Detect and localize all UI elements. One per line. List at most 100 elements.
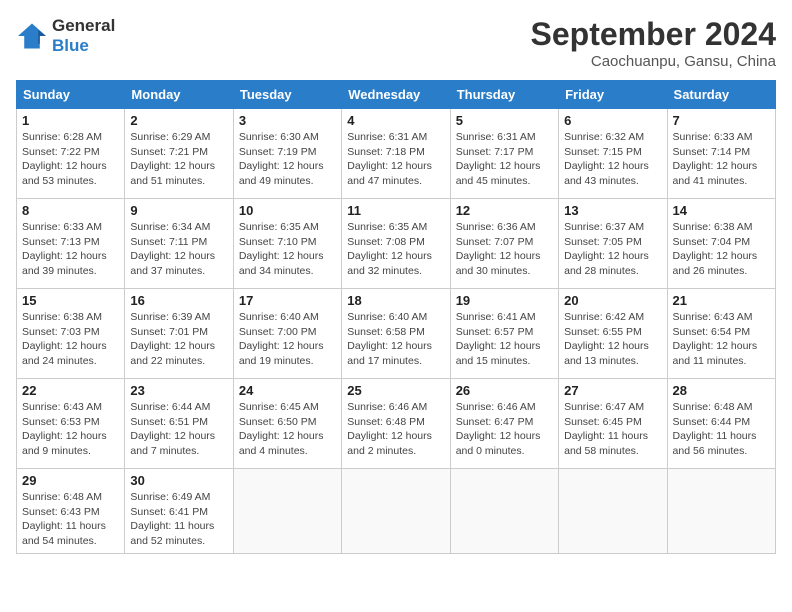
- sunset-label: Sunset: 6:54 PM: [673, 326, 751, 338]
- sunrise-label: Sunrise: 6:33 AM: [673, 131, 753, 143]
- sunrise-label: Sunrise: 6:39 AM: [130, 311, 210, 323]
- day-info: Sunrise: 6:35 AM Sunset: 7:08 PM Dayligh…: [347, 220, 444, 279]
- day-info: Sunrise: 6:33 AM Sunset: 7:13 PM Dayligh…: [22, 220, 119, 279]
- day-info: Sunrise: 6:34 AM Sunset: 7:11 PM Dayligh…: [130, 220, 227, 279]
- sunset-label: Sunset: 6:58 PM: [347, 326, 425, 338]
- day-cell-30: 30 Sunrise: 6:49 AM Sunset: 6:41 PM Dayl…: [125, 469, 233, 554]
- sunset-label: Sunset: 7:04 PM: [673, 236, 751, 248]
- day-cell-6: 6 Sunrise: 6:32 AM Sunset: 7:15 PM Dayli…: [559, 109, 667, 199]
- sunset-label: Sunset: 7:21 PM: [130, 146, 208, 158]
- sunset-label: Sunset: 6:47 PM: [456, 416, 534, 428]
- day-number: 19: [456, 293, 553, 308]
- daylight-label: Daylight: 12 hoursand 11 minutes.: [673, 340, 758, 367]
- day-cell-25: 25 Sunrise: 6:46 AM Sunset: 6:48 PM Dayl…: [342, 379, 450, 469]
- sunset-label: Sunset: 7:11 PM: [130, 236, 207, 248]
- day-cell-29: 29 Sunrise: 6:48 AM Sunset: 6:43 PM Dayl…: [17, 469, 125, 554]
- sunset-label: Sunset: 6:43 PM: [22, 506, 100, 518]
- sunrise-label: Sunrise: 6:34 AM: [130, 221, 210, 233]
- daylight-label: Daylight: 12 hoursand 2 minutes.: [347, 430, 432, 457]
- day-info: Sunrise: 6:33 AM Sunset: 7:14 PM Dayligh…: [673, 130, 770, 189]
- day-number: 26: [456, 383, 553, 398]
- sunset-label: Sunset: 7:05 PM: [564, 236, 642, 248]
- sunrise-label: Sunrise: 6:29 AM: [130, 131, 210, 143]
- logo-icon: [16, 22, 48, 50]
- daylight-label: Daylight: 12 hoursand 15 minutes.: [456, 340, 541, 367]
- daylight-label: Daylight: 12 hoursand 43 minutes.: [564, 160, 649, 187]
- day-cell-10: 10 Sunrise: 6:35 AM Sunset: 7:10 PM Dayl…: [233, 199, 341, 289]
- day-info: Sunrise: 6:38 AM Sunset: 7:03 PM Dayligh…: [22, 310, 119, 369]
- calendar-week-row: 22 Sunrise: 6:43 AM Sunset: 6:53 PM Dayl…: [17, 379, 776, 469]
- day-cell-18: 18 Sunrise: 6:40 AM Sunset: 6:58 PM Dayl…: [342, 289, 450, 379]
- daylight-label: Daylight: 12 hoursand 47 minutes.: [347, 160, 432, 187]
- sunrise-label: Sunrise: 6:43 AM: [673, 311, 753, 323]
- weekday-header-wednesday: Wednesday: [342, 81, 450, 109]
- sunrise-label: Sunrise: 6:33 AM: [22, 221, 102, 233]
- day-number: 27: [564, 383, 661, 398]
- day-number: 7: [673, 113, 770, 128]
- sunrise-label: Sunrise: 6:38 AM: [673, 221, 753, 233]
- weekday-header-sunday: Sunday: [17, 81, 125, 109]
- sunrise-label: Sunrise: 6:41 AM: [456, 311, 536, 323]
- day-number: 15: [22, 293, 119, 308]
- day-info: Sunrise: 6:44 AM Sunset: 6:51 PM Dayligh…: [130, 400, 227, 459]
- weekday-header-row: SundayMondayTuesdayWednesdayThursdayFrid…: [17, 81, 776, 109]
- sunset-label: Sunset: 6:48 PM: [347, 416, 425, 428]
- daylight-label: Daylight: 12 hoursand 9 minutes.: [22, 430, 107, 457]
- sunset-label: Sunset: 7:01 PM: [130, 326, 208, 338]
- day-info: Sunrise: 6:38 AM Sunset: 7:04 PM Dayligh…: [673, 220, 770, 279]
- day-info: Sunrise: 6:41 AM Sunset: 6:57 PM Dayligh…: [456, 310, 553, 369]
- day-cell-16: 16 Sunrise: 6:39 AM Sunset: 7:01 PM Dayl…: [125, 289, 233, 379]
- daylight-label: Daylight: 11 hoursand 52 minutes.: [130, 520, 214, 547]
- calendar-week-row: 29 Sunrise: 6:48 AM Sunset: 6:43 PM Dayl…: [17, 469, 776, 554]
- sunset-label: Sunset: 6:55 PM: [564, 326, 642, 338]
- day-cell-21: 21 Sunrise: 6:43 AM Sunset: 6:54 PM Dayl…: [667, 289, 775, 379]
- sunrise-label: Sunrise: 6:47 AM: [564, 401, 644, 413]
- day-info: Sunrise: 6:48 AM Sunset: 6:44 PM Dayligh…: [673, 400, 770, 459]
- day-number: 17: [239, 293, 336, 308]
- day-number: 5: [456, 113, 553, 128]
- logo-text: General Blue: [52, 16, 115, 55]
- daylight-label: Daylight: 12 hoursand 13 minutes.: [564, 340, 649, 367]
- day-info: Sunrise: 6:37 AM Sunset: 7:05 PM Dayligh…: [564, 220, 661, 279]
- sunrise-label: Sunrise: 6:28 AM: [22, 131, 102, 143]
- day-number: 16: [130, 293, 227, 308]
- sunrise-label: Sunrise: 6:37 AM: [564, 221, 644, 233]
- daylight-label: Daylight: 12 hoursand 37 minutes.: [130, 250, 215, 277]
- day-cell-7: 7 Sunrise: 6:33 AM Sunset: 7:14 PM Dayli…: [667, 109, 775, 199]
- day-number: 2: [130, 113, 227, 128]
- sunrise-label: Sunrise: 6:45 AM: [239, 401, 319, 413]
- day-cell-4: 4 Sunrise: 6:31 AM Sunset: 7:18 PM Dayli…: [342, 109, 450, 199]
- day-number: 23: [130, 383, 227, 398]
- day-cell-14: 14 Sunrise: 6:38 AM Sunset: 7:04 PM Dayl…: [667, 199, 775, 289]
- sunset-label: Sunset: 7:18 PM: [347, 146, 425, 158]
- day-cell-17: 17 Sunrise: 6:40 AM Sunset: 7:00 PM Dayl…: [233, 289, 341, 379]
- day-number: 22: [22, 383, 119, 398]
- sunrise-label: Sunrise: 6:36 AM: [456, 221, 536, 233]
- day-info: Sunrise: 6:28 AM Sunset: 7:22 PM Dayligh…: [22, 130, 119, 189]
- day-info: Sunrise: 6:42 AM Sunset: 6:55 PM Dayligh…: [564, 310, 661, 369]
- page-header: General Blue September 2024 Caochuanpu, …: [16, 16, 776, 70]
- day-info: Sunrise: 6:30 AM Sunset: 7:19 PM Dayligh…: [239, 130, 336, 189]
- weekday-header-monday: Monday: [125, 81, 233, 109]
- day-number: 13: [564, 203, 661, 218]
- daylight-label: Daylight: 11 hoursand 56 minutes.: [673, 430, 757, 457]
- empty-cell: [342, 469, 450, 554]
- day-number: 29: [22, 473, 119, 488]
- day-info: Sunrise: 6:47 AM Sunset: 6:45 PM Dayligh…: [564, 400, 661, 459]
- sunset-label: Sunset: 7:10 PM: [239, 236, 317, 248]
- daylight-label: Daylight: 12 hoursand 4 minutes.: [239, 430, 324, 457]
- daylight-label: Daylight: 12 hoursand 30 minutes.: [456, 250, 541, 277]
- day-number: 20: [564, 293, 661, 308]
- day-info: Sunrise: 6:35 AM Sunset: 7:10 PM Dayligh…: [239, 220, 336, 279]
- day-cell-13: 13 Sunrise: 6:37 AM Sunset: 7:05 PM Dayl…: [559, 199, 667, 289]
- location-subtitle: Caochuanpu, Gansu, China: [531, 53, 776, 70]
- day-info: Sunrise: 6:31 AM Sunset: 7:18 PM Dayligh…: [347, 130, 444, 189]
- sunrise-label: Sunrise: 6:35 AM: [239, 221, 319, 233]
- daylight-label: Daylight: 12 hoursand 28 minutes.: [564, 250, 649, 277]
- sunrise-label: Sunrise: 6:48 AM: [22, 491, 102, 503]
- day-number: 10: [239, 203, 336, 218]
- day-cell-22: 22 Sunrise: 6:43 AM Sunset: 6:53 PM Dayl…: [17, 379, 125, 469]
- daylight-label: Daylight: 12 hoursand 39 minutes.: [22, 250, 107, 277]
- sunrise-label: Sunrise: 6:35 AM: [347, 221, 427, 233]
- day-number: 24: [239, 383, 336, 398]
